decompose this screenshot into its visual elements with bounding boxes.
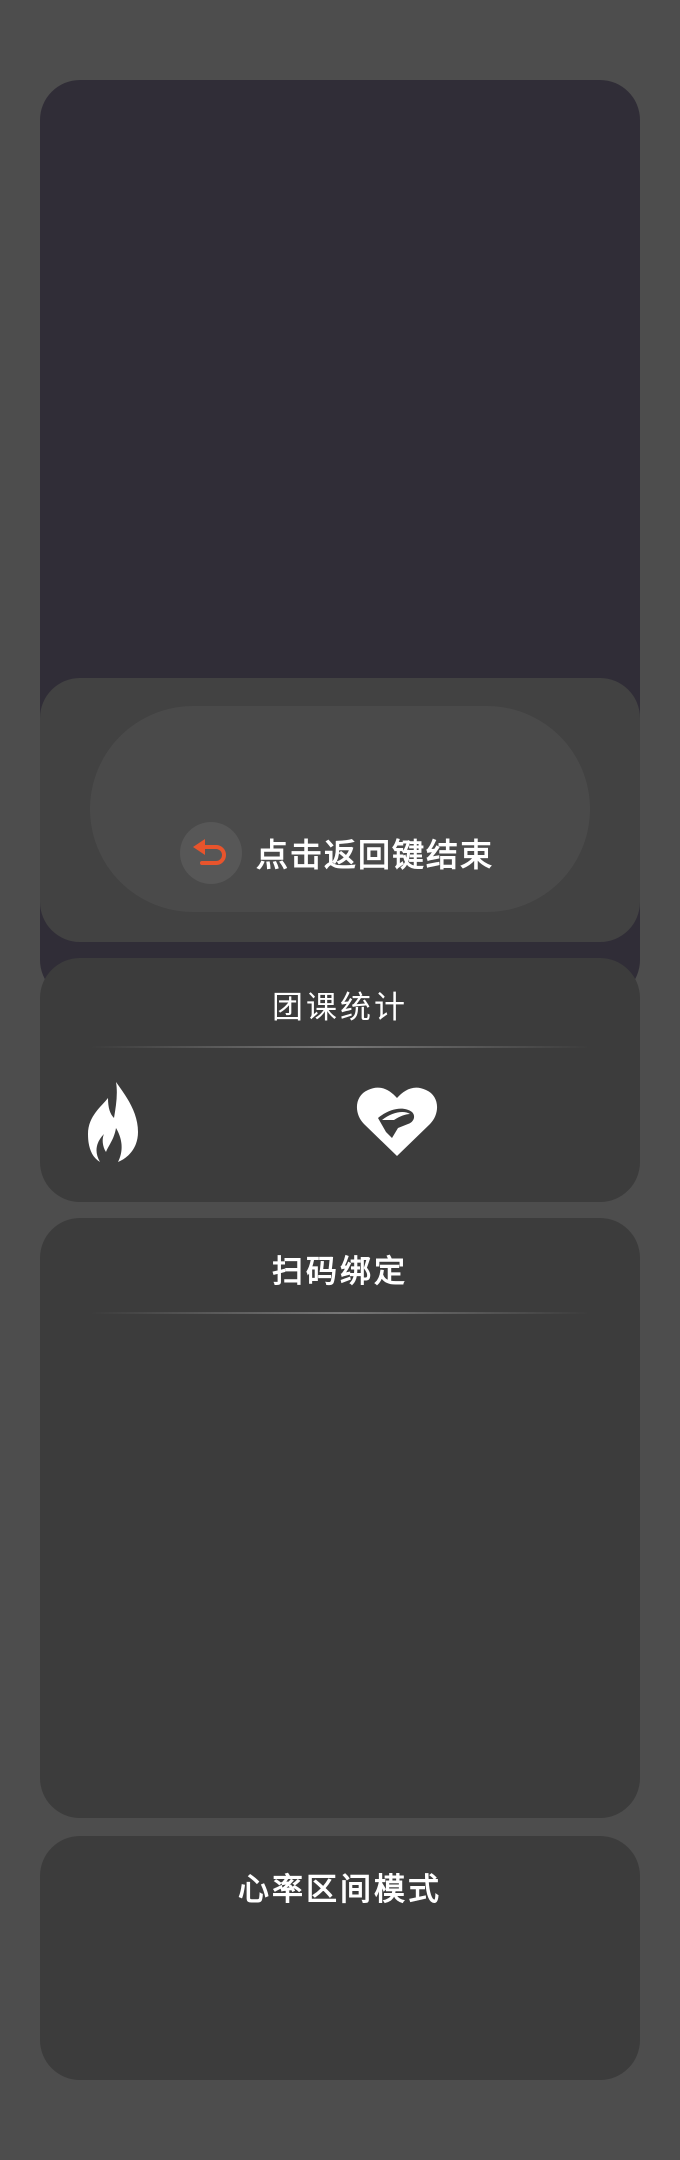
scan-divider — [90, 1312, 590, 1314]
return-button[interactable]: 点击返回键结束 — [90, 706, 590, 912]
heart-rate-title: 心率区间模式 — [238, 1872, 442, 1908]
stats-divider — [90, 1046, 590, 1048]
heart-rate-zone-card: 心率区间模式 — [40, 1836, 640, 2080]
return-hint-label: 点击返回键结束 — [256, 836, 495, 874]
return-arrow-icon — [180, 822, 242, 884]
return-hint-card: 点击返回键结束 — [40, 678, 640, 942]
return-row: 点击返回键结束 — [180, 822, 494, 884]
stats-title: 团课统计 — [272, 990, 408, 1026]
scan-bind-card: 扫码绑定 — [40, 1218, 640, 1818]
flame-icon — [88, 1082, 138, 1162]
heart-icon — [356, 1087, 438, 1156]
group-class-stats-card: 团课统计 — [40, 958, 640, 1202]
scan-title: 扫码绑定 — [272, 1254, 408, 1290]
